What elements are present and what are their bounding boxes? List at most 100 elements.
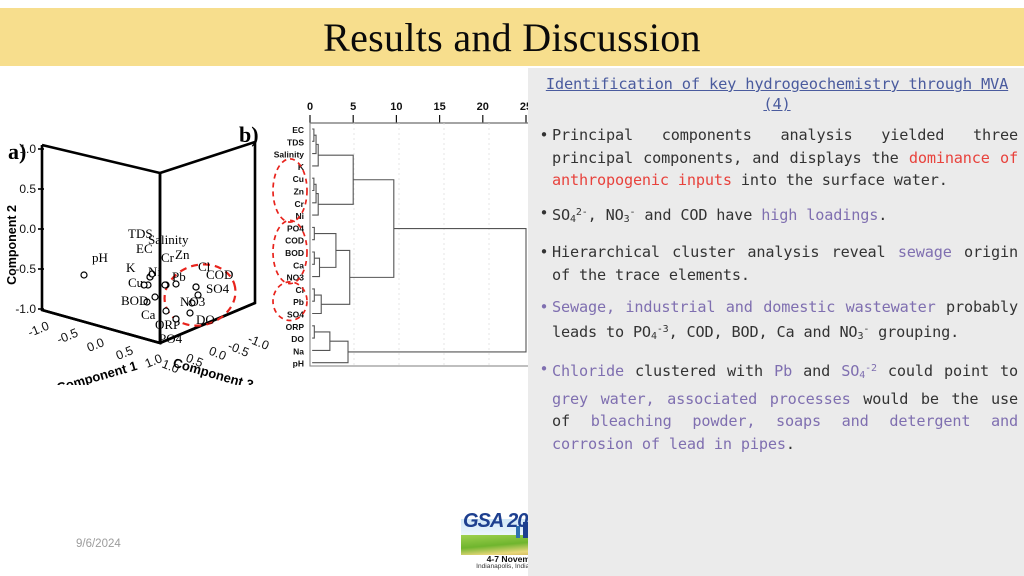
pca-point-marker	[151, 293, 159, 301]
dendrogram-leaf-labels: ECTDSSalinityKCuZnCrNiPO4CODBODCaNO3ClPb…	[274, 125, 305, 369]
svg-text:-1.0: -1.0	[26, 319, 51, 340]
dendrogram-leaf-label: Na	[293, 346, 304, 356]
pca-point-label: K	[126, 260, 136, 275]
dendrogram-axis: 0 5 10 15 20 25	[307, 101, 538, 124]
bullet-dot-icon: •	[539, 243, 549, 261]
bullet-text: Sewage, industrial and domestic wastewat…	[552, 298, 1018, 342]
dendrogram-link	[312, 251, 315, 265]
page-title: Results and Discussion	[323, 14, 701, 60]
dendrogram-link	[349, 179, 395, 278]
dendrogram-leaf-label: TDS	[287, 137, 304, 147]
pca-point-marker	[172, 315, 180, 323]
bullet-dot-icon: •	[539, 298, 549, 316]
pca-point-label: Cr	[161, 250, 175, 265]
dendrogram-leaf-label: Cu	[293, 174, 304, 184]
dendrogram-link	[312, 226, 315, 241]
pca-point-label: Ni	[148, 264, 161, 279]
pca-point-marker	[161, 281, 169, 289]
pca-point-label: NO3	[180, 294, 205, 309]
dendrogram-link	[312, 257, 321, 278]
pca-point-label: Cu	[128, 275, 144, 290]
dendrogram-link	[312, 128, 315, 142]
dendrogram-link	[318, 154, 354, 205]
dendrogram-link	[312, 294, 322, 315]
bullet-text: Hierarchical cluster analysis reveal sew…	[552, 243, 1018, 284]
pca-point-marker	[80, 271, 88, 279]
pca-3d-svg: 1.0 0.5 0.0 -0.5 -1.0 Component 2 -1.0 -…	[5, 140, 271, 412]
svg-text:0.0: 0.0	[207, 344, 228, 364]
bullet-bullet-sewage: • Sewage, industrial and domestic wastewa…	[536, 296, 1018, 348]
svg-text:0.0: 0.0	[85, 335, 106, 355]
axis-tick-label: 20	[477, 101, 489, 113]
pca-point-label: SO4	[206, 281, 230, 296]
dendrogram-leaf-label: Cr	[295, 199, 305, 209]
pca-point-label: PO4	[159, 331, 183, 346]
dendrogram-link	[312, 288, 315, 302]
dendrogram-leaf-label: DO	[291, 334, 304, 344]
pca-point-label: Pb	[172, 269, 186, 284]
pca-point-marker	[162, 307, 170, 315]
figure-b-letter: b)	[239, 122, 259, 147]
dendrogram-link	[312, 325, 315, 339]
dendrogram-leaf-label: Zn	[294, 187, 304, 197]
pca-point-label: pH	[92, 250, 108, 265]
pca-point-label: Na	[153, 383, 168, 385]
dendrogram-leaf-label: Pb	[293, 297, 304, 307]
bullet-bullet-pca: • Principal components analysis yielded t…	[536, 124, 1018, 192]
axis-tick-label: 0	[307, 101, 313, 113]
dendrogram-link	[312, 177, 315, 192]
bullet-text: SO42-, NO3- and COD have high loadings.	[552, 205, 888, 225]
bullet-dot-icon: •	[539, 126, 549, 144]
bullet-bullet-loadings: • SO42-, NO3- and COD have high loadings.	[536, 202, 1018, 232]
dendrogram-leaf-label: ORP	[286, 322, 305, 332]
pca-point-label: Zn	[175, 247, 190, 262]
dendrogram-svg: 0 5 10 15 20 25 ECTDSSalinityKCuZnCrNiPO4CODB…	[272, 101, 539, 369]
svg-text:1.0: 1.0	[19, 142, 36, 156]
pca-point-label: DO	[196, 312, 215, 327]
bullet-bullet-chloride: • Chloride clustered with Pb and SO4-2 co…	[536, 358, 1018, 455]
pca-point-label: Ca	[141, 307, 156, 322]
dendrogram-leaf-label: EC	[292, 125, 304, 135]
pca-point-label: BOD	[121, 293, 148, 308]
dendrogram-frame	[309, 122, 539, 367]
bullet-text: Principal components analysis yielded th…	[552, 126, 1018, 189]
dendrogram-leaf-label: Ca	[293, 260, 304, 270]
dendrogram-leaf-label: COD	[285, 236, 304, 246]
dendrogram-tree	[312, 128, 527, 364]
dendrogram-leaf-label: Cl	[296, 285, 305, 295]
pca-point-label: EC	[136, 241, 153, 256]
dendrogram-link	[312, 193, 319, 216]
dendrogram-link	[314, 233, 337, 268]
pca-point-label: Salinity	[148, 232, 189, 247]
dendrogram-gridlines	[353, 123, 490, 366]
panel-heading: Identification of key hydrogeochemistry …	[545, 75, 1009, 113]
component1-ticklabels: -1.0 -0.5 0.0 0.5 1.0	[26, 319, 164, 371]
axis-tick-label: 10	[390, 101, 402, 113]
pca-point-marker	[192, 283, 200, 291]
axis-tick-label: 5	[350, 101, 356, 113]
component1-axis-title: Component 1	[55, 358, 139, 385]
pca-point-marker	[186, 309, 194, 317]
dendrogram-link	[348, 228, 527, 353]
svg-text:0.0: 0.0	[19, 222, 36, 236]
bullet-bullet-hca: • Hierarchical cluster analysis reveal se…	[536, 241, 1018, 286]
pca-3d-scatter-figure: 1.0 0.5 0.0 -0.5 -1.0 Component 2 -1.0 -…	[0, 95, 271, 412]
dendrogram-link	[312, 143, 319, 167]
component2-axis-title: Component 2	[5, 205, 19, 285]
svg-text:-0.5: -0.5	[55, 326, 80, 347]
axis-tick-label: 15	[433, 101, 445, 113]
discussion-text-panel: Identification of key hydrogeochemistry …	[528, 68, 1024, 576]
dendrogram-figure: 0 5 10 15 20 25 EC TDS Salinity K Cu Zn Cr Ni PO4 COD B…	[258, 95, 548, 385]
bullet-text: Chloride clustered with Pb and SO4-2 cou…	[552, 362, 1019, 453]
bullet-dot-icon: •	[539, 360, 549, 378]
dendrogram-leaf-label: Salinity	[274, 150, 305, 160]
dendrogram-leaf-label: pH	[293, 359, 304, 369]
bullet-list: • Principal components analysis yielded t…	[536, 124, 1018, 455]
pca-point-label: COD	[206, 267, 233, 282]
component3-axis-title: Component 3	[171, 355, 255, 385]
bullet-dot-icon: •	[539, 203, 549, 222]
svg-text:-1.0: -1.0	[15, 302, 36, 316]
dendrogram-leaf-label: PO4	[287, 223, 304, 233]
date-stamp: 9/6/2024	[76, 538, 121, 550]
dendrogram-leaf-label: BOD	[285, 248, 304, 258]
